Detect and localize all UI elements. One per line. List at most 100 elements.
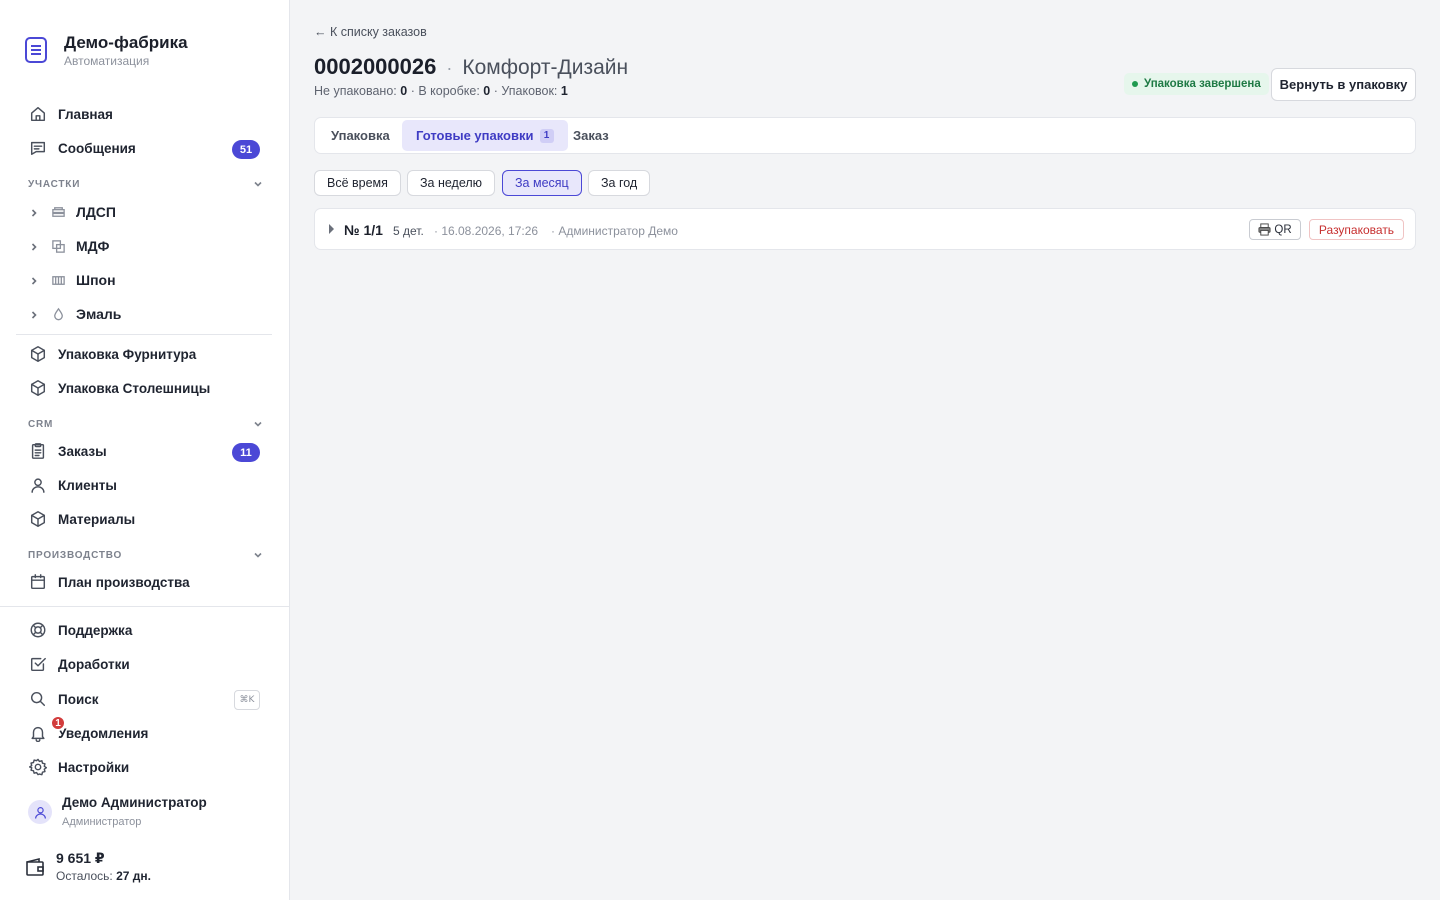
copy-icon	[50, 238, 66, 254]
sidebar-item-pack-furniture[interactable]: Упаковка Фурнитура	[16, 338, 272, 370]
chevron-down-icon	[254, 552, 262, 558]
sidebar-item-veneer[interactable]: Шпон	[16, 264, 272, 296]
chevron-down-icon	[254, 421, 262, 427]
status-badge: Упаковка завершена	[1124, 73, 1269, 95]
sidebar-item-clients[interactable]: Клиенты	[16, 469, 272, 501]
wallet-remaining-label: Осталось:	[56, 869, 113, 883]
message-icon	[28, 138, 48, 158]
package-number: № 1/1	[344, 222, 383, 238]
wallet-balance[interactable]: 9 651 ₽ Осталось: 27 дн.	[24, 848, 151, 884]
user-profile[interactable]: Демо Администратор Администратор	[28, 794, 207, 830]
stat-unpacked-label: Не упаковано:	[314, 84, 397, 98]
package-date: · 16.08.2026, 17:26	[434, 224, 539, 238]
sidebar-item-plan[interactable]: План производства	[16, 566, 272, 598]
stat-packs-value: 1	[560, 84, 568, 98]
order-client: Комфорт-Дизайн	[462, 56, 629, 79]
tab-order[interactable]: Заказ	[559, 120, 623, 151]
divider	[0, 606, 290, 607]
section-label: CRM	[28, 418, 54, 430]
layers-icon	[50, 204, 66, 220]
sidebar-item-materials[interactable]: Материалы	[16, 503, 272, 535]
brand-subtitle: Автоматизация	[64, 54, 150, 68]
filter-month[interactable]: За месяц	[502, 170, 582, 196]
stat-boxed-value: 0	[483, 84, 491, 98]
sidebar-item-label: Шпон	[76, 272, 116, 288]
print-qr-button[interactable]: QR	[1249, 219, 1301, 240]
wallet-remaining: Осталось: 27 дн.	[56, 868, 151, 884]
section-areas-header[interactable]: Участки	[28, 176, 264, 192]
section-label: Участки	[28, 178, 81, 190]
notifications-badge: 1	[50, 715, 66, 731]
sidebar-item-pack-tops[interactable]: Упаковка Столешницы	[16, 372, 272, 404]
page-title: 0002000026 · Комфорт-Дизайн	[314, 54, 628, 80]
chevron-right-icon[interactable]	[28, 308, 40, 320]
sidebar-item-ldsp[interactable]: ЛДСП	[16, 196, 272, 228]
chevron-right-icon[interactable]	[28, 274, 40, 286]
chevron-right-icon[interactable]	[28, 206, 40, 218]
return-to-packing-button[interactable]: Вернуть в упаковку	[1271, 68, 1416, 101]
expand-caret-icon[interactable]	[329, 224, 334, 234]
filter-year[interactable]: За год	[588, 170, 651, 196]
sidebar-item-label: Упаковка Фурнитура	[58, 346, 197, 362]
section-crm-header[interactable]: CRM	[28, 416, 264, 432]
filter-all-time[interactable]: Всё время	[314, 170, 401, 196]
qr-label: QR	[1274, 223, 1292, 236]
sidebar-item-label: ЛДСП	[76, 204, 116, 220]
tab-ready-packages[interactable]: Готовые упаковки 1	[402, 120, 568, 151]
sidebar-item-label: Доработки	[58, 656, 130, 672]
sidebar-item-label: Настройки	[58, 759, 130, 775]
sidebar-item-label: Упаковка Столешницы	[58, 380, 211, 396]
chevron-right-icon[interactable]	[28, 240, 40, 252]
stat-boxed-label: · В коробке:	[410, 84, 480, 98]
sidebar-item-label: Сообщения	[58, 140, 136, 156]
user-name: Демо Администратор	[62, 795, 207, 810]
sidebar-item-settings[interactable]: Настройки	[16, 751, 272, 783]
sidebar-item-support[interactable]: Поддержка	[16, 614, 272, 646]
sidebar-item-notifications[interactable]: 1 Уведомления	[16, 715, 272, 749]
sidebar-item-label: Материалы	[58, 511, 136, 527]
order-number: 0002000026	[314, 54, 437, 79]
tab-count-badge: 1	[539, 128, 554, 143]
sidebar-item-search[interactable]: Поиск ⌘K	[16, 683, 272, 715]
sidebar-item-label: Заказы	[58, 443, 107, 459]
tab-label: Заказ	[573, 128, 609, 143]
sidebar-item-label: Уведомления	[58, 725, 149, 741]
factory-logo-icon	[25, 37, 47, 63]
messages-count-badge: 51	[232, 140, 260, 159]
box-icon	[28, 344, 48, 364]
wallet-amount: 9 651 ₽	[56, 850, 105, 866]
sidebar-item-label: План производства	[58, 574, 190, 590]
user-role: Администратор	[62, 816, 142, 828]
brand[interactable]: Демо-фабрика Автоматизация	[24, 34, 188, 69]
tab-label: Готовые упаковки	[416, 128, 534, 143]
unpack-button[interactable]: Разупаковать	[1309, 219, 1404, 240]
sidebar-item-home[interactable]: Главная	[16, 98, 272, 130]
veneer-icon	[50, 272, 66, 288]
clipboard-icon	[28, 441, 48, 461]
box-icon	[28, 378, 48, 398]
sidebar-item-enamel[interactable]: Эмаль	[16, 298, 272, 330]
brand-title: Демо-фабрика	[64, 33, 188, 52]
search-icon	[28, 689, 48, 709]
cube-icon	[28, 509, 48, 529]
tab-packing[interactable]: Упаковка	[317, 120, 404, 151]
filter-week[interactable]: За неделю	[407, 170, 496, 196]
tab-label: Упаковка	[331, 128, 390, 143]
back-to-orders-link[interactable]: ← К списку заказов	[314, 25, 427, 39]
sidebar-item-mdf[interactable]: МДФ	[16, 230, 272, 262]
wallet-remaining-value: 27 дн.	[116, 869, 151, 883]
package-row[interactable]: № 1/1 5 дет. · 16.08.2026, 17:26 · Админ…	[314, 208, 1416, 250]
package-details-count: 5 дет.	[393, 224, 424, 238]
printer-icon	[1258, 223, 1271, 236]
sidebar-item-orders[interactable]: Заказы 11	[16, 435, 272, 467]
wallet-icon	[26, 857, 44, 876]
sidebar-item-messages[interactable]: Сообщения 51	[16, 132, 272, 164]
checkbox-icon	[28, 654, 48, 674]
tabs: Упаковка Готовые упаковки 1 Заказ	[314, 117, 1416, 154]
chevron-down-icon	[254, 181, 262, 187]
sidebar-item-improvements[interactable]: Доработки	[16, 648, 272, 680]
lifebuoy-icon	[28, 620, 48, 640]
sidebar-item-label: Поддержка	[58, 622, 133, 638]
section-production-header[interactable]: Производство	[28, 547, 264, 563]
user-icon	[28, 475, 48, 495]
